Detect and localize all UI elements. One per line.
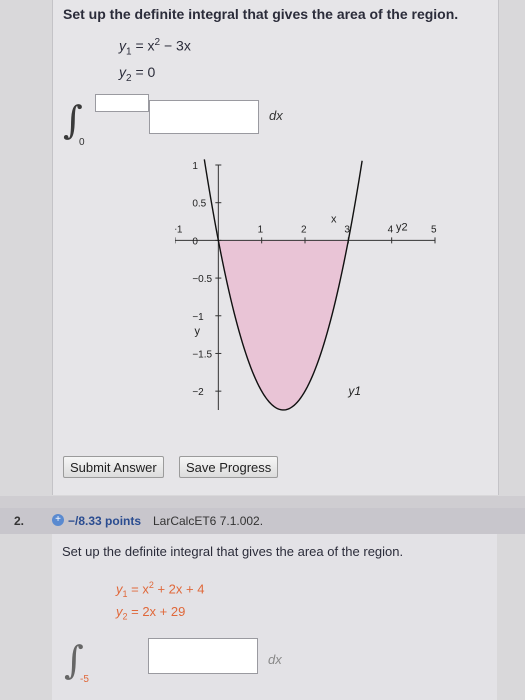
question-2-number: 2. <box>14 514 25 528</box>
question-2-integrand-input[interactable] <box>148 638 258 674</box>
y1-curve-annotation: y1 <box>347 384 361 398</box>
submit-answer-button[interactable]: Submit Answer <box>63 456 164 478</box>
question-2-equation-y1: y1 = x2 + 2x + 4 <box>116 580 205 599</box>
equation-y1: y1 = x2 − 3x <box>119 37 191 58</box>
x-tick-label: 4 <box>388 224 394 235</box>
x-tick-label: 2 <box>301 224 307 235</box>
y-tick-label: 0 <box>192 236 198 247</box>
question-divider <box>0 496 525 508</box>
dx-label: dx <box>269 108 283 123</box>
area-graph: −11234510.50−0.5−1−1.5−2xy2yy1 <box>175 159 437 411</box>
x-tick-label: 1 <box>258 224 264 235</box>
question-2-source: LarCalcET6 7.1.002. <box>153 514 264 528</box>
y-tick-label: 1 <box>192 161 198 172</box>
integrand-input[interactable] <box>149 100 259 134</box>
question-2-points: −/8.33 points <box>68 514 142 528</box>
x-tick-label: −1 <box>175 224 183 235</box>
x-tick-label: 5 <box>431 224 437 235</box>
question-2-dx-label: dx <box>268 652 282 667</box>
y-tick-label: 0.5 <box>192 199 206 210</box>
y-tick-label: −1 <box>192 312 204 323</box>
question-2-panel: Set up the definite integral that gives … <box>52 534 497 700</box>
question-1-prompt: Set up the definite integral that gives … <box>63 6 459 22</box>
save-progress-button[interactable]: Save Progress <box>179 456 279 478</box>
question-1-panel: Set up the definite integral that gives … <box>52 0 499 495</box>
question-2-prompt: Set up the definite integral that gives … <box>62 544 404 559</box>
question-2-header: 2. + −/8.33 points LarCalcET6 7.1.002. <box>0 508 525 534</box>
y-tick-label: −1.5 <box>192 349 212 360</box>
equation-y2: y2 = 0 <box>119 64 156 84</box>
y2-curve-annotation: y2 <box>396 221 408 233</box>
y-tick-label: −2 <box>192 387 204 398</box>
plus-icon[interactable]: + <box>52 514 64 526</box>
upper-limit-input[interactable] <box>95 94 149 112</box>
x-axis-annotation: x <box>331 213 337 225</box>
question-2-lower-limit: -5 <box>80 674 89 685</box>
y-axis-annotation: y <box>195 326 201 338</box>
question-2-equation-y2: y2 = 2x + 29 <box>116 604 186 622</box>
integral-sign: ∫ <box>63 98 83 142</box>
y-tick-label: −0.5 <box>192 274 212 285</box>
integral-lower-limit: 0 <box>79 137 85 148</box>
